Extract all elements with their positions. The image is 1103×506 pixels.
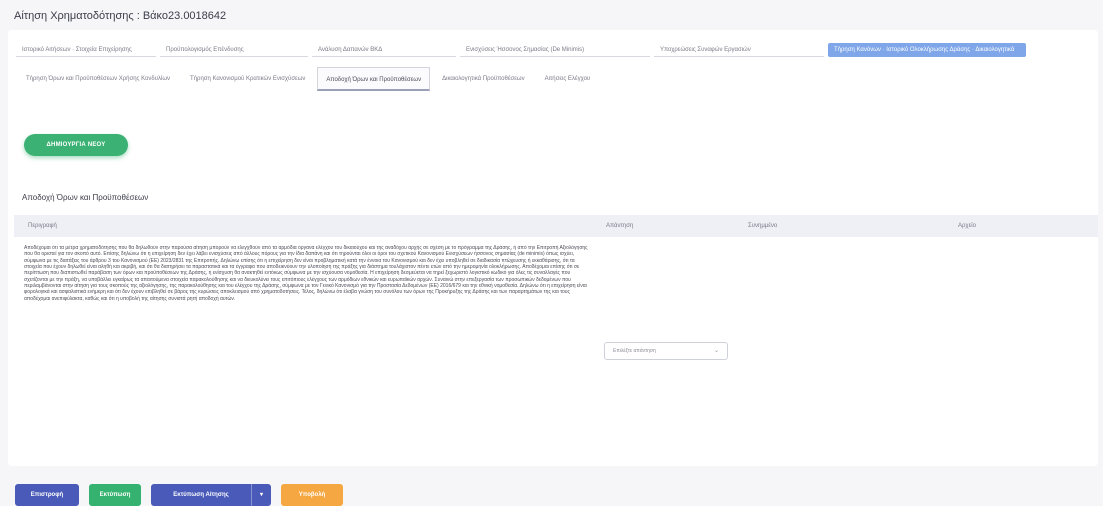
secondary-tabs: Τήρηση Όρων και Προϋποθέσεων Χρήσης Κονδ… bbox=[18, 67, 602, 91]
tab-terms-funds[interactable]: Τήρηση Όρων και Προϋποθέσεων Χρήσης Κονδ… bbox=[18, 67, 178, 91]
main-card: Ιστορικό Αιτήσεων · Στοιχεία Επιχείρησης… bbox=[8, 30, 1098, 466]
tab-documents[interactable]: Δικαιολογητικά Προϋποθέσεων bbox=[434, 67, 532, 91]
chevron-down-icon: ⌄ bbox=[713, 348, 719, 354]
tab-budget[interactable]: Προϋπολογισμός Επένδυσης bbox=[160, 43, 308, 57]
tab-accept-terms[interactable]: Αποδοχή Όρων και Προϋποθέσεων bbox=[317, 67, 431, 91]
section-title: Αποδοχή Όρων και Προϋποθέσεων bbox=[22, 193, 149, 202]
print-application-button[interactable]: Εκτύπωση Αίτησης ▾ bbox=[151, 484, 271, 506]
header-file: Αρχείο bbox=[958, 223, 976, 229]
primary-tabs: Ιστορικό Αιτήσεων · Στοιχεία Επιχείρησης… bbox=[16, 43, 1098, 57]
header-attachment: Συνημμένο bbox=[748, 223, 778, 229]
tab-de-minimis[interactable]: Ενισχύσεις Ήσσονος Σημασίας (De Minimis) bbox=[460, 43, 650, 57]
header-description: Περιγραφή bbox=[28, 223, 57, 229]
tab-expense-analysis[interactable]: Ανάλυση Δαπανών ΒΚΔ bbox=[312, 43, 456, 57]
terms-text: Αποδέχομαι ότι τα μέτρα χρηματοδότησης π… bbox=[24, 245, 588, 302]
answer-select-placeholder: Επιλέξτε απάντηση bbox=[613, 348, 656, 354]
tab-state-aid[interactable]: Τήρηση Κανονισμού Κρατικών Ενισχύσεων bbox=[182, 67, 313, 91]
bottom-actions: Επιστροφή Εκτύπωση Εκτύπωση Αίτησης ▾ Υπ… bbox=[15, 484, 353, 506]
print-application-label: Εκτύπωση Αίτησης bbox=[173, 492, 229, 498]
page-title: Αίτηση Χρηματοδότησης : Bάκο23.0018642 bbox=[14, 10, 227, 22]
tab-compliance[interactable]: Τήρηση Κανόνων · Ιστορικό Ολοκλήρωσης Δρ… bbox=[828, 43, 1026, 57]
submit-button[interactable]: Υποβολή bbox=[281, 484, 343, 506]
table-header: Περιγραφή Απάντηση Συνημμένο Αρχείο bbox=[14, 215, 1098, 237]
header-answer: Απάντηση bbox=[606, 223, 634, 229]
tab-obligations[interactable]: Υποχρεώσεις Συναφών Εργασιών bbox=[654, 43, 824, 57]
answer-select[interactable]: Επιλέξτε απάντηση ⌄ bbox=[604, 342, 728, 360]
back-button[interactable]: Επιστροφή bbox=[15, 484, 79, 506]
tab-audit-requests[interactable]: Αιτήσεις Ελέγχου bbox=[537, 67, 599, 91]
terms-table: Περιγραφή Απάντηση Συνημμένο Αρχείο Αποδ… bbox=[14, 215, 1098, 460]
print-button[interactable]: Εκτύπωση bbox=[89, 484, 141, 506]
chevron-down-icon[interactable]: ▾ bbox=[251, 484, 271, 506]
tab-history[interactable]: Ιστορικό Αιτήσεων · Στοιχεία Επιχείρησης bbox=[16, 43, 156, 57]
create-new-button[interactable]: ΔΗΜΙΟΥΡΓΙΑ ΝΕΟΥ bbox=[24, 134, 128, 156]
